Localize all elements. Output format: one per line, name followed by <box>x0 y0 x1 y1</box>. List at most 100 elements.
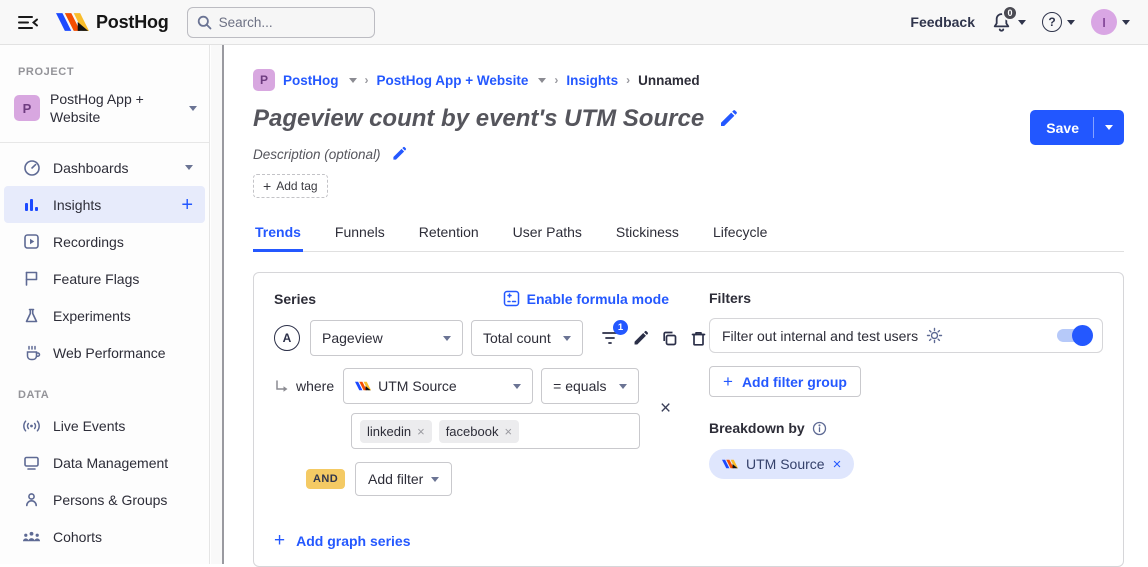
sidebar-item-label: Recordings <box>53 234 193 250</box>
global-search-box[interactable] <box>187 7 375 38</box>
add-filter-dropdown-button[interactable]: Add filter <box>355 462 452 496</box>
project-selector[interactable]: P PostHog App + Website <box>0 84 209 136</box>
feedback-link[interactable]: Feedback <box>910 14 975 30</box>
sidebar-item-cohorts[interactable]: Cohorts <box>4 518 205 555</box>
sidebar-item-live-events[interactable]: Live Events <box>4 407 205 444</box>
plus-icon: + <box>263 178 271 194</box>
event-select[interactable]: Pageview <box>310 320 463 356</box>
save-dropdown-button[interactable] <box>1094 110 1124 145</box>
formula-link-label: Enable formula mode <box>527 291 669 307</box>
sidebar-item-label: Web Performance <box>53 345 193 361</box>
sidebar-item-data-management[interactable]: Data Management <box>4 444 205 481</box>
help-menu[interactable]: ? <box>1042 12 1075 32</box>
sidebar-item-annotations[interactable]: Annotations <box>4 555 205 564</box>
sidebar-item-label: Live Events <box>53 418 193 434</box>
info-icon[interactable] <box>812 421 827 436</box>
chevron-down-icon <box>1067 20 1075 25</box>
chevron-down-icon <box>443 336 451 341</box>
sidebar-item-recordings[interactable]: Recordings <box>4 223 205 260</box>
remove-condition-close-icon[interactable]: × <box>660 399 671 418</box>
notifications-menu[interactable]: 0 <box>991 11 1026 33</box>
sidebar-item-feature-flags[interactable]: Feature Flags <box>4 260 205 297</box>
chevron-down-icon <box>1122 20 1130 25</box>
add-filter-label: Add filter <box>368 471 423 487</box>
property-values-input[interactable]: linkedin × facebook × <box>351 413 640 449</box>
test-users-filter-box: Filter out internal and test users <box>709 318 1103 353</box>
description-placeholder: Description (optional) <box>253 147 381 162</box>
elbow-arrow-icon <box>274 380 289 393</box>
data-section-label: DATA <box>0 371 209 407</box>
add-tag-button[interactable]: + Add tag <box>253 174 328 198</box>
enable-formula-mode-link[interactable]: Enable formula mode <box>503 290 669 307</box>
posthog-logo[interactable]: PostHog <box>56 11 169 33</box>
chevron-down-icon <box>513 384 521 389</box>
tab-user-paths[interactable]: User Paths <box>511 220 584 251</box>
duplicate-series-copy-icon[interactable] <box>658 327 680 349</box>
save-button[interactable]: Save <box>1030 110 1093 145</box>
sidebar-item-insights[interactable]: Insights + <box>4 186 205 223</box>
tab-retention[interactable]: Retention <box>417 220 481 251</box>
breadcrumb-project-link[interactable]: PostHog App + Website <box>377 73 529 88</box>
chevron-down-icon <box>1105 125 1113 130</box>
chevron-down-icon <box>431 477 439 482</box>
event-select-value: Pageview <box>322 330 383 346</box>
sidebar-item-label: Feature Flags <box>53 271 193 287</box>
remove-chip-icon[interactable]: × <box>417 425 425 438</box>
gear-icon[interactable] <box>926 327 943 344</box>
formula-icon <box>503 290 520 307</box>
tab-stickiness[interactable]: Stickiness <box>614 220 681 251</box>
breadcrumb-org-link[interactable]: PostHog <box>283 73 339 88</box>
remove-breakdown-icon[interactable]: × <box>833 457 842 472</box>
flask-icon <box>22 307 41 324</box>
sidebar-item-experiments[interactable]: Experiments <box>4 297 205 334</box>
sidebar-item-persons-groups[interactable]: Persons & Groups <box>4 481 205 518</box>
rename-series-pencil-icon[interactable] <box>629 327 651 349</box>
search-input[interactable] <box>219 15 349 30</box>
notification-count-badge: 0 <box>1002 5 1018 21</box>
test-users-toggle[interactable] <box>1057 329 1090 342</box>
breadcrumb-separator: › <box>365 73 369 87</box>
sidebar-item-label: Cohorts <box>53 529 193 545</box>
remove-chip-icon[interactable]: × <box>504 425 512 438</box>
delete-series-trash-icon[interactable] <box>687 327 709 349</box>
tab-funnels[interactable]: Funnels <box>333 220 387 251</box>
tab-lifecycle[interactable]: Lifecycle <box>711 220 769 251</box>
chevron-down-icon <box>185 165 193 170</box>
sidebar-item-web-performance[interactable]: Web Performance <box>4 334 205 371</box>
aggregation-select[interactable]: Total count <box>471 320 583 356</box>
add-graph-series-link[interactable]: + Add graph series <box>274 531 709 550</box>
breadcrumb-insights-link[interactable]: Insights <box>566 73 618 88</box>
cohorts-people-icon <box>22 529 41 544</box>
play-recording-icon <box>22 233 41 250</box>
where-label: where <box>296 378 334 394</box>
series-filter-button[interactable]: 1 <box>599 327 621 349</box>
sidebar-collapse-button[interactable] <box>14 8 42 36</box>
chevron-down-icon[interactable] <box>538 78 546 83</box>
filters-panel-title: Filters <box>709 290 1103 306</box>
breakdown-property-chip[interactable]: UTM Source × <box>709 449 854 479</box>
edit-description-pencil-icon[interactable] <box>391 146 407 162</box>
posthog-mini-logo-icon <box>355 381 371 391</box>
posthog-logo-text: PostHog <box>96 12 169 33</box>
sidebar-item-dashboards[interactable]: Dashboards <box>4 149 205 186</box>
edit-title-pencil-icon[interactable] <box>718 109 738 129</box>
bar-chart-icon <box>22 196 41 213</box>
chevron-down-icon[interactable] <box>349 78 357 83</box>
add-filter-group-button[interactable]: + Add filter group <box>709 366 861 397</box>
breadcrumb-separator: › <box>626 73 630 87</box>
property-select[interactable]: UTM Source <box>343 368 533 404</box>
new-insight-plus-icon[interactable]: + <box>181 195 193 215</box>
breadcrumb-current: Unnamed <box>638 73 700 88</box>
tab-trends[interactable]: Trends <box>253 220 303 252</box>
operator-select[interactable]: = equals <box>541 368 639 404</box>
chevron-down-icon <box>563 336 571 341</box>
breadcrumb-separator: › <box>554 73 558 87</box>
user-menu[interactable]: I <box>1091 9 1130 35</box>
posthog-logo-icon <box>56 11 89 33</box>
breakdown-chip-label: UTM Source <box>746 456 825 472</box>
plus-icon: + <box>274 531 285 550</box>
value-chip-label: linkedin <box>367 424 411 439</box>
dashboard-gauge-icon <box>22 159 41 177</box>
main-content: P PostHog › PostHog App + Website › Insi… <box>224 45 1148 564</box>
add-filter-group-label: Add filter group <box>742 374 847 390</box>
